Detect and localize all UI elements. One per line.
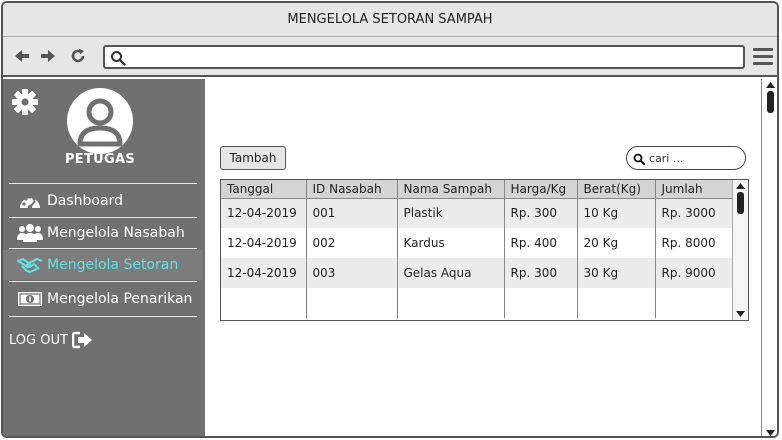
- dashboard-gauge-icon: [17, 191, 43, 211]
- address-bar[interactable]: [103, 45, 745, 69]
- table-cell: Rp. 3000: [655, 198, 734, 228]
- sidebar-item-nasabah[interactable]: Mengelola Nasabah: [3, 218, 203, 248]
- sidebar-item-setoran[interactable]: Mengelola Setoran: [3, 250, 203, 280]
- table-row[interactable]: 12-04-2019 003 Gelas Aqua Rp. 300 30 Kg …: [221, 258, 734, 288]
- sidebar-divider: [9, 316, 197, 317]
- search-box[interactable]: [626, 146, 746, 170]
- reload-icon[interactable]: [69, 47, 87, 65]
- table-row[interactable]: 12-04-2019 002 Kardus Rp. 400 20 Kg Rp. …: [221, 228, 734, 258]
- sidebar: PETUGAS Dashboard Mengelola Nasabah Meng…: [3, 79, 205, 436]
- chevron-up-icon[interactable]: [766, 82, 775, 88]
- column-header[interactable]: Berat(Kg): [577, 180, 656, 199]
- avatar: [67, 88, 133, 154]
- table-row[interactable]: [221, 288, 734, 318]
- sidebar-item-label: Mengelola Setoran: [47, 257, 179, 273]
- user-avatar-icon: [77, 98, 123, 147]
- column-header[interactable]: Nama Sampah: [397, 180, 505, 199]
- table-cell: [504, 288, 578, 318]
- window-title: MENGELOLA SETORAN SAMPAH: [287, 12, 493, 27]
- sidebar-item-dashboard[interactable]: Dashboard: [3, 186, 203, 216]
- chevron-down-icon[interactable]: [736, 311, 745, 317]
- table-cell: Rp. 300: [504, 198, 578, 228]
- search-icon: [111, 51, 126, 66]
- table-cell: 20 Kg: [577, 228, 656, 258]
- search-input[interactable]: [647, 149, 739, 167]
- url-input[interactable]: [131, 48, 731, 66]
- sidebar-item-penarikan[interactable]: Mengelola Penarikan: [3, 284, 203, 314]
- table-cell: [306, 288, 398, 318]
- money-icon: [17, 289, 43, 309]
- table-cell: 12-04-2019: [221, 228, 307, 258]
- table-cell: 002: [306, 228, 398, 258]
- handshake-icon: [17, 255, 43, 275]
- table-cell: 30 Kg: [577, 258, 656, 288]
- sidebar-divider: [9, 183, 197, 184]
- add-button[interactable]: Tambah: [220, 146, 286, 170]
- chevron-down-icon[interactable]: [766, 430, 775, 436]
- table-header-row: Tanggal ID Nasabah Nama Sampah Harga/Kg …: [221, 180, 734, 199]
- column-header[interactable]: Jumlah: [655, 180, 734, 199]
- column-header[interactable]: Tanggal: [221, 180, 307, 199]
- table-cell: Rp. 400: [504, 228, 578, 258]
- browser-toolbar: [3, 37, 777, 77]
- logout-label: LOG OUT: [9, 332, 68, 348]
- table-cell: 001: [306, 198, 398, 228]
- table-scroll-thumb[interactable]: [737, 192, 744, 214]
- column-header[interactable]: ID Nasabah: [306, 180, 398, 199]
- window-titlebar: MENGELOLA SETORAN SAMPAH: [3, 3, 777, 37]
- column-header[interactable]: Harga/Kg: [504, 180, 578, 199]
- data-table: Tanggal ID Nasabah Nama Sampah Harga/Kg …: [220, 179, 749, 321]
- table-row[interactable]: 12-04-2019 001 Plastik Rp. 300 10 Kg Rp.…: [221, 198, 734, 228]
- arrow-left-icon[interactable]: [13, 47, 31, 65]
- table-cell: 003: [306, 258, 398, 288]
- search-icon: [633, 153, 645, 165]
- table-cell: Kardus: [397, 228, 505, 258]
- users-icon: [17, 223, 43, 243]
- table-scrollbar[interactable]: [732, 180, 748, 320]
- table-cell: [577, 288, 656, 318]
- sidebar-item-label: Mengelola Penarikan: [47, 291, 193, 307]
- table-cell: Rp. 300: [504, 258, 578, 288]
- table-cell: 12-04-2019: [221, 258, 307, 288]
- sidebar-divider: [9, 281, 197, 282]
- sidebar-item-label: Dashboard: [47, 193, 123, 209]
- table-cell: [655, 288, 734, 318]
- sidebar-divider: [9, 248, 197, 249]
- table-cell: Gelas Aqua: [397, 258, 505, 288]
- hamburger-menu-icon[interactable]: [753, 48, 773, 66]
- table-cell: [221, 288, 307, 318]
- gear-icon[interactable]: [10, 87, 40, 121]
- table-cell: [397, 288, 505, 318]
- table-cell: 12-04-2019: [221, 198, 307, 228]
- browser-window: MENGELOLA SETORAN SAMPAH PETUGAS Dashboa…: [1, 1, 779, 438]
- table-cell: Plastik: [397, 198, 505, 228]
- page-scroll-thumb[interactable]: [767, 91, 774, 113]
- chevron-up-icon[interactable]: [736, 183, 745, 189]
- user-role-label: PETUGAS: [64, 152, 136, 167]
- table-cell: 10 Kg: [577, 198, 656, 228]
- main-content: Tambah Tanggal ID Nasabah Nama Sampah: [205, 79, 761, 436]
- logout-icon: [71, 331, 92, 349]
- page-scrollbar[interactable]: [761, 79, 777, 436]
- logout-button[interactable]: LOG OUT: [9, 331, 94, 349]
- sidebar-item-label: Mengelola Nasabah: [47, 225, 185, 241]
- table-cell: Rp. 9000: [655, 258, 734, 288]
- arrow-right-icon[interactable]: [39, 47, 57, 65]
- table-cell: Rp. 8000: [655, 228, 734, 258]
